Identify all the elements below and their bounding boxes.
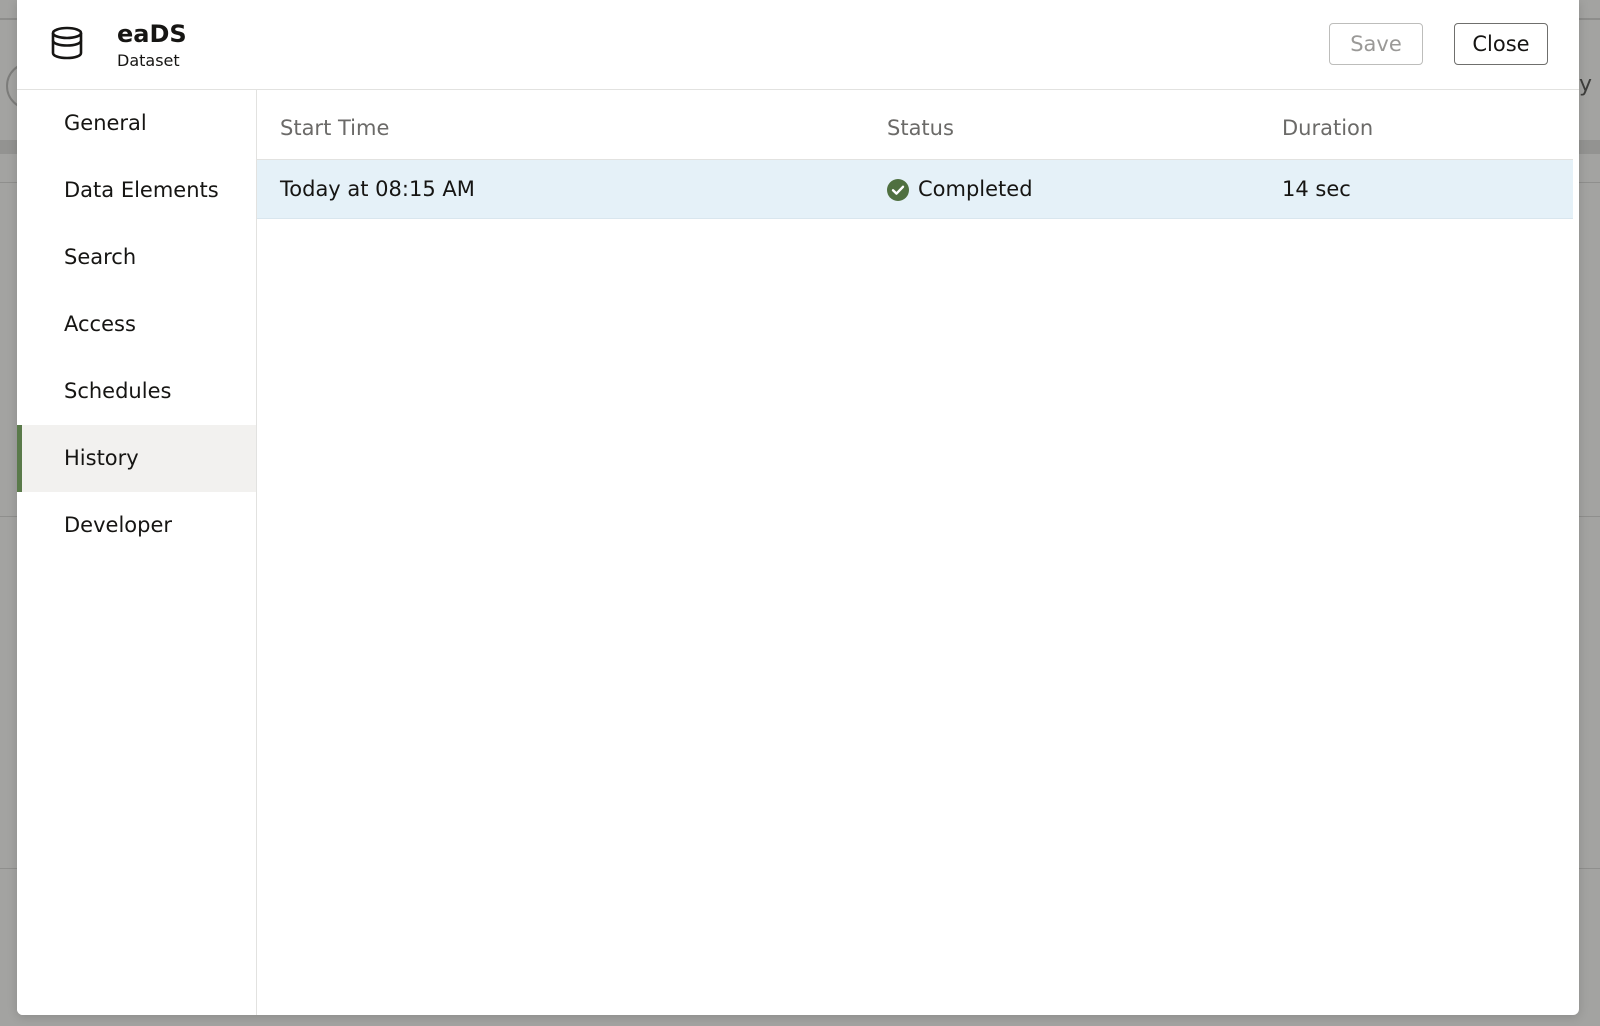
status-cell: Completed xyxy=(918,177,1033,201)
close-button[interactable]: Close xyxy=(1454,23,1548,65)
sidebar-item-developer[interactable]: Developer xyxy=(17,492,256,559)
dialog-header: eaDS Dataset Save Close xyxy=(17,0,1579,90)
column-header-status[interactable]: Status xyxy=(887,116,954,140)
table-header: Start Time Status Duration xyxy=(257,90,1573,160)
sidebar-nav: General Data Elements Search Access Sche… xyxy=(17,90,257,1015)
duration-cell: 14 sec xyxy=(1282,177,1351,201)
sidebar-item-data-elements[interactable]: Data Elements xyxy=(17,157,256,224)
column-header-start-time[interactable]: Start Time xyxy=(280,116,389,140)
sidebar-item-history[interactable]: History xyxy=(17,425,256,492)
dialog-title: eaDS xyxy=(117,20,187,48)
column-header-duration[interactable]: Duration xyxy=(1282,116,1373,140)
sidebar-item-schedules[interactable]: Schedules xyxy=(17,358,256,425)
sidebar-item-search[interactable]: Search xyxy=(17,224,256,291)
start-time-cell: Today at 08:15 AM xyxy=(280,177,475,201)
dataset-dialog: eaDS Dataset Save Close General Data Ele… xyxy=(17,0,1579,1015)
table-row[interactable]: Today at 08:15 AM Completed 14 sec xyxy=(257,160,1573,219)
sidebar-item-access[interactable]: Access xyxy=(17,291,256,358)
sidebar-item-general[interactable]: General xyxy=(17,90,256,157)
check-circle-icon xyxy=(887,179,909,201)
history-panel: Start Time Status Duration Today at 08:1… xyxy=(257,90,1579,1015)
database-icon xyxy=(51,26,83,60)
dialog-subtitle: Dataset xyxy=(117,51,180,70)
save-button[interactable]: Save xyxy=(1329,23,1423,65)
